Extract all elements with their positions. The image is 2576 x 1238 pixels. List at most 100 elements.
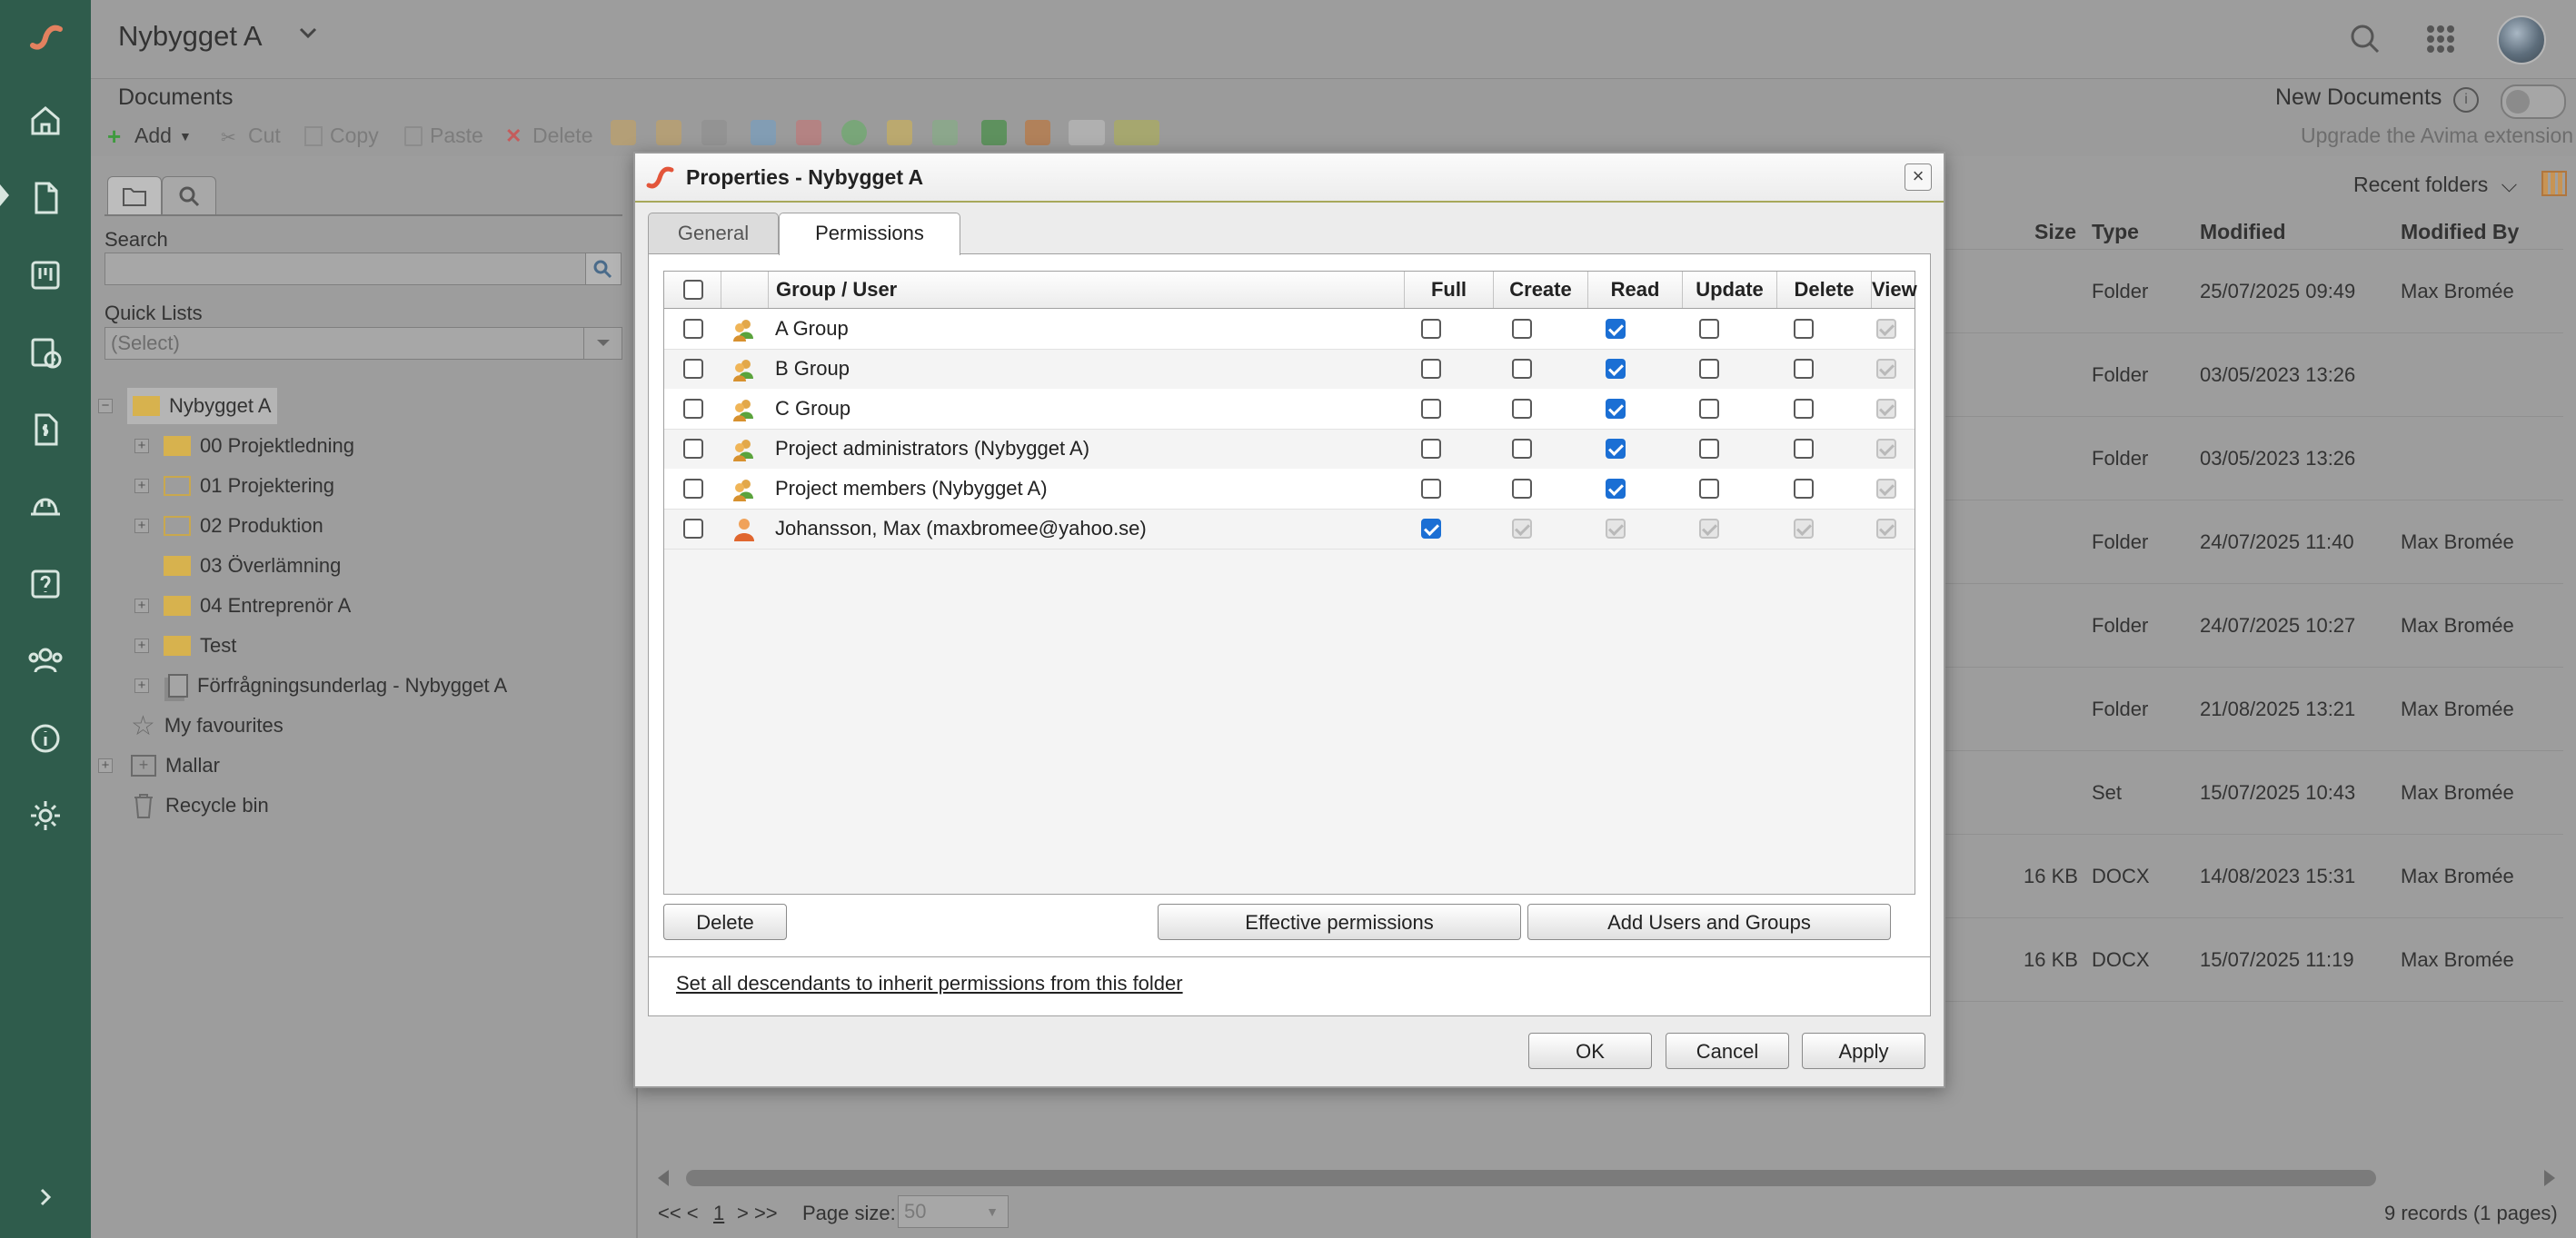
user-settings-icon[interactable] bbox=[1025, 120, 1050, 145]
update-checkbox[interactable] bbox=[1699, 399, 1719, 419]
tree-item[interactable]: 01 Projektering bbox=[164, 468, 334, 504]
row-select-checkbox[interactable] bbox=[683, 479, 703, 499]
effective-permissions-button[interactable]: Effective permissions bbox=[1158, 904, 1521, 940]
row-select-checkbox[interactable] bbox=[683, 519, 703, 539]
column-full[interactable]: Full bbox=[1404, 272, 1493, 308]
nav-users[interactable] bbox=[23, 639, 68, 684]
app-logo[interactable] bbox=[0, 0, 91, 76]
update-checkbox[interactable] bbox=[1699, 479, 1719, 499]
quick-lists-select[interactable]: (Select) bbox=[104, 327, 622, 360]
ok-button[interactable]: OK bbox=[1528, 1033, 1652, 1069]
nav-info[interactable] bbox=[23, 716, 68, 761]
nav-site[interactable] bbox=[23, 484, 68, 530]
create-checkbox[interactable] bbox=[1512, 399, 1532, 419]
expand-toggle[interactable]: + bbox=[134, 519, 149, 533]
pager-prev[interactable]: << < bbox=[658, 1202, 699, 1225]
new-documents-toggle[interactable] bbox=[2501, 84, 2566, 119]
expand-toggle[interactable]: + bbox=[134, 599, 149, 613]
permission-row[interactable]: Project members (Nybygget A) bbox=[664, 469, 1915, 510]
cut-button[interactable]: ✂ Cut bbox=[221, 124, 281, 148]
pdf-icon[interactable] bbox=[796, 120, 821, 145]
expand-toggle[interactable]: + bbox=[134, 678, 149, 693]
create-checkbox[interactable] bbox=[1512, 359, 1532, 379]
tab-permissions[interactable]: Permissions bbox=[779, 213, 960, 255]
search-icon[interactable] bbox=[2344, 18, 2386, 60]
comment-icon[interactable] bbox=[751, 120, 776, 145]
row-select-checkbox[interactable] bbox=[683, 399, 703, 419]
create-checkbox[interactable] bbox=[1512, 319, 1532, 339]
add-users-groups-button[interactable]: Add Users and Groups bbox=[1527, 904, 1891, 940]
full-checkbox[interactable] bbox=[1421, 439, 1441, 459]
tree-item-favourites[interactable]: ☆ My favourites bbox=[131, 708, 283, 744]
inherit-permissions-link[interactable]: Set all descendants to inherit permissio… bbox=[676, 972, 1183, 995]
column-type[interactable]: Type bbox=[2092, 220, 2139, 244]
copy-button[interactable]: Copy bbox=[304, 124, 379, 148]
update-checkbox[interactable] bbox=[1699, 439, 1719, 459]
tree-item-root[interactable]: Nybygget A bbox=[127, 388, 277, 424]
pager-page[interactable]: 1 bbox=[713, 1202, 724, 1225]
page-size-select[interactable]: 50 ▼ bbox=[898, 1195, 1009, 1228]
export-icon[interactable] bbox=[981, 120, 1007, 145]
column-delete[interactable]: Delete bbox=[1776, 272, 1871, 308]
avatar[interactable] bbox=[2497, 15, 2546, 64]
column-chooser-icon[interactable] bbox=[2541, 171, 2567, 196]
delete-checkbox[interactable] bbox=[1794, 439, 1814, 459]
cancel-button[interactable]: Cancel bbox=[1666, 1033, 1789, 1069]
column-view[interactable]: View bbox=[1871, 272, 1917, 308]
apps-grid-icon[interactable] bbox=[2420, 18, 2462, 60]
column-update[interactable]: Update bbox=[1682, 272, 1776, 308]
tree-item-templates[interactable]: + Mallar bbox=[131, 748, 220, 784]
upgrade-link[interactable]: Upgrade the Avima extension bbox=[2301, 124, 2573, 148]
delete-checkbox[interactable] bbox=[1794, 359, 1814, 379]
lock-icon[interactable] bbox=[611, 120, 636, 145]
permission-row[interactable]: C Group bbox=[664, 389, 1915, 430]
chevron-down-icon[interactable] bbox=[295, 20, 321, 50]
recent-folders-dropdown[interactable]: Recent folders ⌵ bbox=[2353, 173, 2517, 197]
tab-folders[interactable] bbox=[107, 176, 162, 215]
read-checkbox[interactable] bbox=[1606, 479, 1626, 499]
chevron-down-icon[interactable] bbox=[583, 328, 622, 359]
approve-icon[interactable] bbox=[841, 120, 867, 145]
search-button[interactable] bbox=[585, 253, 622, 285]
scroll-right-icon[interactable] bbox=[2544, 1170, 2555, 1186]
project-title[interactable]: Nybygget A bbox=[118, 20, 263, 53]
update-checkbox[interactable] bbox=[1699, 359, 1719, 379]
detail-view-icon[interactable] bbox=[1114, 120, 1159, 145]
scroll-left-icon[interactable] bbox=[658, 1170, 669, 1186]
expand-toggle[interactable]: + bbox=[134, 439, 149, 453]
tree-item[interactable]: Test bbox=[164, 628, 236, 664]
row-select-checkbox[interactable] bbox=[683, 319, 703, 339]
column-create[interactable]: Create bbox=[1493, 272, 1587, 308]
update-checkbox[interactable] bbox=[1699, 319, 1719, 339]
tree-item-recycle[interactable]: Recycle bin bbox=[131, 787, 269, 824]
delete-permission-button[interactable]: Delete bbox=[663, 904, 787, 940]
info-icon[interactable]: i bbox=[2453, 87, 2479, 113]
delete-button[interactable]: ✕ Delete bbox=[505, 124, 592, 148]
column-modified-by[interactable]: Modified By bbox=[2401, 220, 2519, 244]
permission-row[interactable]: Johansson, Max (maxbromee@yahoo.se) bbox=[664, 509, 1915, 550]
full-checkbox[interactable] bbox=[1421, 479, 1441, 499]
nav-settings[interactable] bbox=[23, 793, 68, 838]
delete-checkbox[interactable] bbox=[1794, 399, 1814, 419]
tree-item[interactable]: 02 Produktion bbox=[164, 508, 323, 544]
read-checkbox[interactable] bbox=[1606, 359, 1626, 379]
list-view-icon[interactable] bbox=[1069, 120, 1105, 145]
tree-item[interactable]: Förfrågningsunderlag - Nybygget A bbox=[168, 668, 507, 704]
nav-schedule[interactable] bbox=[23, 330, 68, 375]
create-checkbox[interactable] bbox=[1512, 479, 1532, 499]
delete-checkbox[interactable] bbox=[1794, 319, 1814, 339]
tree-item[interactable]: 04 Entreprenör A bbox=[164, 588, 351, 624]
expand-toggle[interactable]: + bbox=[134, 479, 149, 493]
favourite-icon[interactable] bbox=[887, 120, 912, 145]
paste-button[interactable]: Paste bbox=[404, 124, 483, 148]
full-checkbox[interactable] bbox=[1421, 519, 1441, 539]
collapse-toggle[interactable]: − bbox=[98, 399, 113, 413]
close-button[interactable]: × bbox=[1905, 163, 1932, 191]
nav-finance[interactable] bbox=[23, 407, 68, 452]
expand-toggle[interactable]: + bbox=[134, 639, 149, 653]
nav-help[interactable] bbox=[23, 561, 68, 607]
column-group-user[interactable]: Group / User bbox=[768, 272, 1404, 308]
add-button[interactable]: + Add ▼ bbox=[107, 124, 192, 148]
full-checkbox[interactable] bbox=[1421, 359, 1441, 379]
expand-toggle[interactable]: + bbox=[98, 758, 113, 773]
